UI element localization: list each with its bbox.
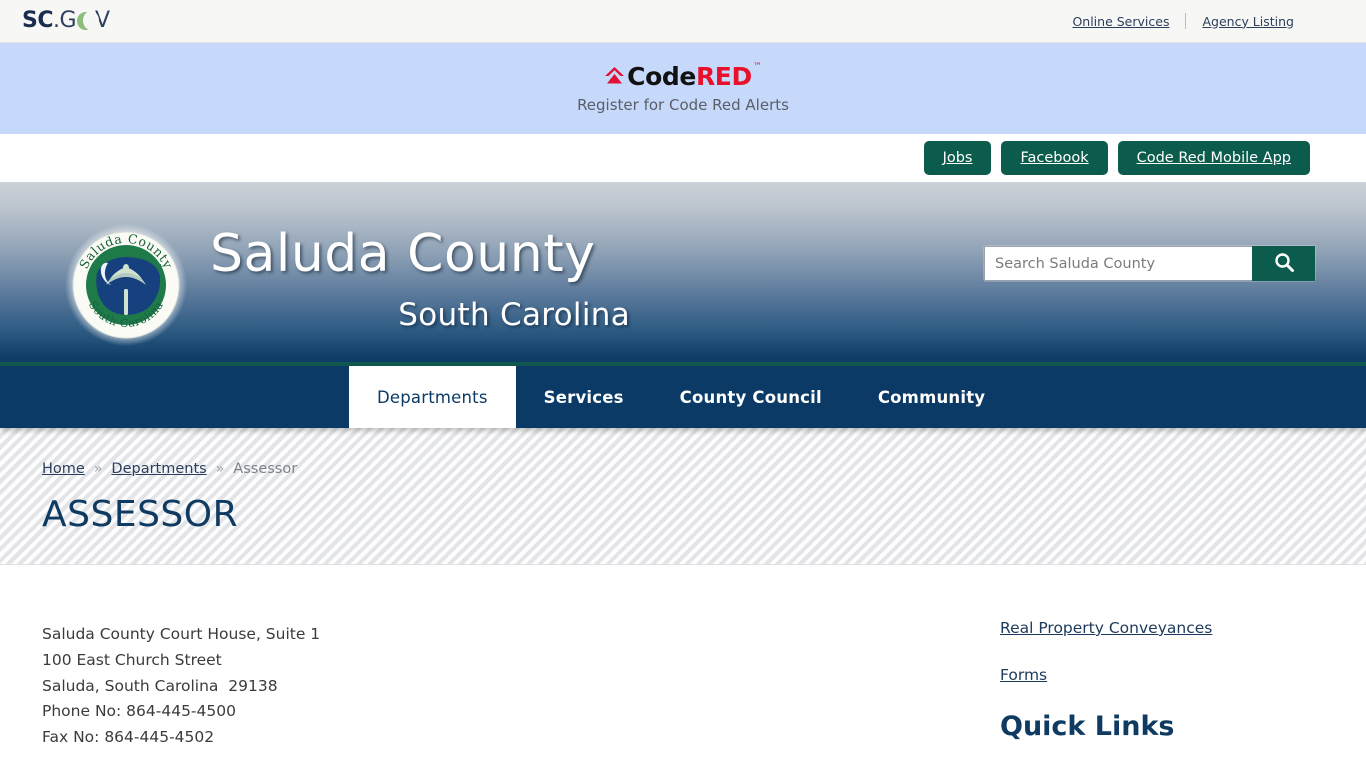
crescent-moon-icon [77,10,100,31]
search-input[interactable] [984,246,1252,281]
scgov-logo-dot-g: .G [53,8,77,33]
breadcrumb-separator: » [93,461,103,477]
nav-item-departments[interactable]: Departments [349,366,516,428]
trademark-symbol: ™ [752,61,762,72]
sidebar-heading-quick-links: Quick Links [1000,711,1175,743]
main-content: Saluda County Court House, Suite 1 100 E… [0,565,1366,751]
codered-word-code: Code [627,61,696,91]
site-search [984,246,1315,281]
nav-item-services[interactable]: Services [516,366,652,428]
fax-line: Fax No: 864-445-4502 [42,728,215,747]
sidebar-link-forms[interactable]: Forms [1000,666,1324,685]
search-submit-button[interactable] [1252,246,1315,281]
facebook-button[interactable]: Facebook [1001,141,1108,175]
page-title-band: Home » Departments » Assessor ASSESSOR [0,428,1366,565]
breadcrumb-item-departments[interactable]: Departments [111,461,206,477]
county-seal-icon[interactable]: Saluda County South Carolina [64,211,188,351]
quick-buttons-row: Jobs Facebook Code Red Mobile App [0,134,1366,182]
sidebar: Real Property Conveyances Forms Quick Li… [982,565,1324,751]
assessor-info-column: Saluda County Court House, Suite 1 100 E… [42,565,982,751]
breadcrumb-item-home[interactable]: Home [42,461,85,477]
nav-item-community[interactable]: Community [850,366,1013,428]
codered-word-red: RED [695,61,752,91]
page-site-title: Saluda County [210,224,596,284]
scgov-logo[interactable]: SC .G V [22,10,110,32]
phone-line: Phone No: 864-445-4500 [42,702,236,721]
codered-logo: Code RED ™ [605,61,762,91]
link-online-services[interactable]: Online Services [1056,14,1185,29]
address-line: Saluda, South Carolina 29138 [42,676,278,695]
address-line: 100 East Church Street [42,650,222,669]
jobs-button[interactable]: Jobs [923,141,992,175]
top-utility-links: Online Services Agency Listing [1056,13,1310,29]
breadcrumb-separator: » [215,461,225,477]
codered-subtitle: Register for Code Red Alerts [577,95,789,114]
code-red-mobile-app-button[interactable]: Code Red Mobile App [1117,141,1310,175]
link-agency-listing[interactable]: Agency Listing [1186,14,1310,29]
site-title-block: Saluda County South Carolina [210,228,630,331]
breadcrumb-item-assessor: Assessor [233,461,298,477]
breadcrumb: Home » Departments » Assessor [42,428,1324,477]
main-navigation: Departments Services County Council Comm… [0,366,1366,428]
scgov-logo-sc: SC [22,8,54,33]
address-line: Saluda County Court House, Suite 1 [42,625,321,643]
nav-item-county-council[interactable]: County Council [652,366,850,428]
sidebar-link-real-property-conveyances[interactable]: Real Property Conveyances [1000,619,1324,638]
page-title: ASSESSOR [42,494,239,535]
codered-alert-banner[interactable]: Code RED ™ Register for Code Red Alerts [0,43,1366,134]
search-icon [1273,251,1295,276]
page-site-subtitle: South Carolina [398,297,630,333]
codered-triangle-icon [605,67,625,85]
top-utility-bar: SC .G V Online Services Agency Listing [0,0,1366,43]
